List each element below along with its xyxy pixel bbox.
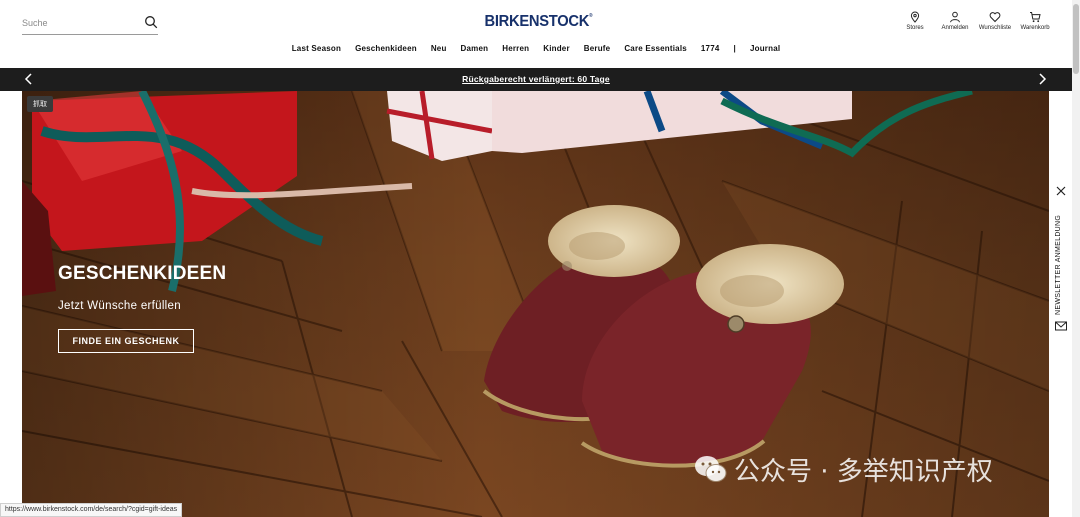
wechat-icon	[695, 456, 727, 482]
scrollbar-thumb[interactable]	[1073, 4, 1079, 74]
user-icon	[950, 11, 960, 23]
logo-text: BIRKENSTOCK	[484, 13, 590, 30]
birkenstock-logo[interactable]: BIRKENSTOCK®	[484, 13, 592, 33]
search-bar	[22, 12, 158, 35]
hero-title: GESCHENKIDEEN	[58, 263, 227, 284]
wishlist-label: Wunschliste	[978, 25, 1012, 31]
scrollbar[interactable]	[1072, 0, 1080, 517]
site-header: BIRKENSTOCK® Stores Anmelden Wunschliste…	[0, 0, 1072, 68]
close-icon[interactable]	[1055, 185, 1067, 197]
newsletter-tab[interactable]: NEWSLETTER ANMELDUNG	[1050, 181, 1072, 341]
promo-bar: Rückgaberecht verlängert: 60 Tage	[0, 68, 1072, 91]
nav-divider: |	[733, 44, 736, 53]
nav-item-herren[interactable]: Herren	[502, 44, 529, 60]
cart-label: Warenkorb	[1020, 25, 1050, 31]
main-nav: Last Season Geschenkideen Neu Damen Herr…	[0, 44, 1072, 60]
wechat-watermark: 公众号 · 多举知识产权	[694, 454, 1024, 487]
heart-icon	[989, 12, 1001, 23]
status-bar-url: https://www.birkenstock.com/de/search/?c…	[0, 503, 183, 517]
nav-item-journal[interactable]: Journal	[750, 44, 780, 60]
logo-registered-mark: ®	[589, 13, 593, 19]
nav-item-berufe[interactable]: Berufe	[584, 44, 611, 60]
login-link[interactable]: Anmelden	[938, 11, 972, 35]
chevron-right-icon[interactable]	[1035, 72, 1049, 86]
capture-tag[interactable]: 抓取	[27, 96, 53, 112]
nav-item-geschenkideen[interactable]: Geschenkideen	[355, 44, 417, 60]
hero-subtitle: Jetzt Wünsche erfüllen	[58, 300, 181, 312]
promo-message[interactable]: Rückgaberecht verlängert: 60 Tage	[0, 74, 1072, 84]
find-gift-button[interactable]: FINDE EIN GESCHENK	[58, 329, 194, 353]
envelope-icon	[1055, 321, 1067, 331]
nav-item-last-season[interactable]: Last Season	[292, 44, 341, 60]
search-input[interactable]	[22, 15, 132, 31]
watermark-text: 公众号 · 多举知识产权	[734, 456, 993, 487]
location-pin-icon	[910, 11, 920, 23]
stores-link[interactable]: Stores	[898, 11, 932, 35]
cart-icon	[1030, 12, 1041, 23]
utility-nav: Stores Anmelden Wunschliste Warenkorb	[898, 11, 1052, 35]
hero-banner[interactable]: 抓取 GESCHENKIDEEN Jetzt Wünsche erfüllen …	[22, 91, 1049, 517]
wishlist-link[interactable]: Wunschliste	[978, 11, 1012, 35]
search-icon[interactable]	[144, 15, 158, 29]
cart-link[interactable]: Warenkorb	[1018, 11, 1052, 35]
stores-label: Stores	[906, 25, 924, 31]
nav-item-damen[interactable]: Damen	[461, 44, 489, 60]
login-label: Anmelden	[941, 25, 969, 31]
nav-item-care-essentials[interactable]: Care Essentials	[624, 44, 687, 60]
nav-item-1774[interactable]: 1774	[701, 44, 720, 60]
nav-item-neu[interactable]: Neu	[431, 44, 447, 60]
newsletter-label[interactable]: NEWSLETTER ANMELDUNG	[1055, 205, 1067, 315]
nav-item-kinder[interactable]: Kinder	[543, 44, 570, 60]
